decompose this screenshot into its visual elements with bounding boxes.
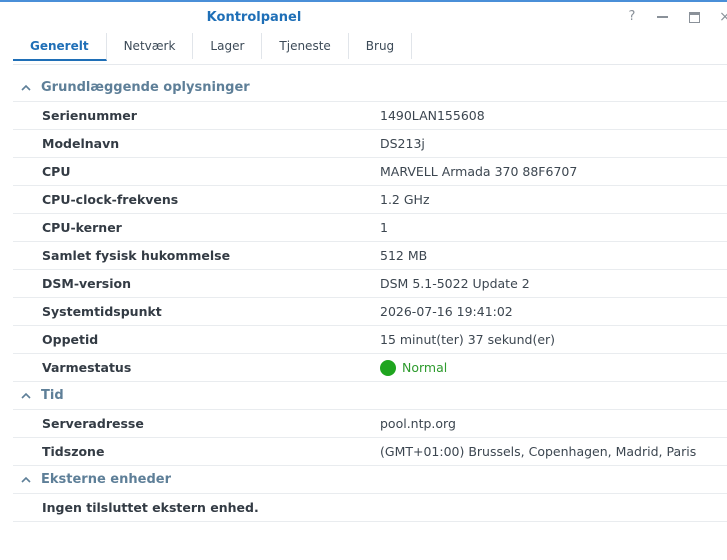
section-title: Grundlæggende oplysninger xyxy=(41,80,250,95)
info-row-dsm-version: DSM-version DSM 5.1-5022 Update 2 xyxy=(13,270,727,298)
tab-storage[interactable]: Lager xyxy=(193,33,263,59)
row-label: CPU-kerner xyxy=(42,220,122,235)
row-label: Oppetid xyxy=(42,332,99,347)
row-value: 1490LAN155608 xyxy=(380,108,485,123)
tab-bar: Generelt Netværk Lager Tjeneste Brug xyxy=(13,33,413,63)
row-label: Serveradresse xyxy=(42,416,144,431)
row-label: Serienummer xyxy=(42,108,137,123)
chevron-up-icon xyxy=(21,392,31,399)
row-value: 1.2 GHz xyxy=(380,192,430,207)
row-value: (GMT+01:00) Brussels, Copenhagen, Madrid… xyxy=(380,444,697,459)
tab-general[interactable]: Generelt xyxy=(13,33,107,61)
thermal-status-value: Normal xyxy=(380,359,448,376)
maximize-icon[interactable] xyxy=(684,8,704,26)
row-label: CPU-clock-frekvens xyxy=(42,192,179,207)
close-icon[interactable]: × xyxy=(715,8,727,26)
info-row-serial-number: Serienummer 1490LAN155608 xyxy=(13,102,727,130)
row-label: CPU xyxy=(42,164,71,179)
row-label: DSM-version xyxy=(42,276,132,291)
row-label: Systemtidspunkt xyxy=(42,304,162,319)
section-header-basic-info[interactable]: Grundlæggende oplysninger xyxy=(13,74,727,102)
info-row-server-address: Serveradresse pool.ntp.org xyxy=(13,410,727,438)
row-label: Tidszone xyxy=(42,444,105,459)
control-panel-window: Kontrolpanel ? × Generelt Netværk Lager … xyxy=(0,0,727,560)
section-title: Eksterne enheder xyxy=(41,472,171,487)
row-value: 512 MB xyxy=(380,248,428,263)
row-label: Samlet fysisk hukommelse xyxy=(42,248,231,263)
info-row-cpu-cores: CPU-kerner 1 xyxy=(13,214,727,242)
row-value: pool.ntp.org xyxy=(380,416,456,431)
help-icon[interactable]: ? xyxy=(622,8,642,26)
info-row-cpu: CPU MARVELL Armada 370 88F6707 xyxy=(13,158,727,186)
info-row-memory: Samlet fysisk hukommelse 512 MB xyxy=(13,242,727,270)
info-row-model-name: Modelnavn DS213j xyxy=(13,130,727,158)
info-row-system-time: Systemtidspunkt 2026-07-16 19:41:02 xyxy=(13,298,727,326)
status-ok-icon xyxy=(380,359,396,376)
thermal-status-text: Normal xyxy=(402,360,448,375)
row-label: Modelnavn xyxy=(42,136,120,151)
row-value: DS213j xyxy=(380,136,425,151)
row-value: MARVELL Armada 370 88F6707 xyxy=(380,164,578,179)
info-row-thermal-status: Varmestatus Normal xyxy=(13,354,727,382)
row-label: Varmestatus xyxy=(42,360,132,375)
chevron-up-icon xyxy=(21,476,31,483)
empty-message: Ingen tilsluttet ekstern enhed. xyxy=(42,500,259,515)
info-row-no-external-device: Ingen tilsluttet ekstern enhed. xyxy=(13,494,727,522)
row-value: 15 minut(ter) 37 sekund(er) xyxy=(380,332,556,347)
tab-network[interactable]: Netværk xyxy=(107,33,194,59)
row-value: 1 xyxy=(380,220,388,235)
window-title: Kontrolpanel xyxy=(206,10,302,25)
info-row-uptime: Oppetid 15 minut(ter) 37 sekund(er) xyxy=(13,326,727,354)
row-value: DSM 5.1-5022 Update 2 xyxy=(380,276,530,291)
minimize-icon[interactable] xyxy=(652,8,672,26)
section-title: Tid xyxy=(41,388,64,403)
tab-service[interactable]: Tjeneste xyxy=(262,33,349,59)
section-header-external-devices[interactable]: Eksterne enheder xyxy=(13,466,727,494)
info-row-cpu-clock: CPU-clock-frekvens 1.2 GHz xyxy=(13,186,727,214)
tab-usage[interactable]: Brug xyxy=(349,33,413,59)
chevron-up-icon xyxy=(21,84,31,91)
section-header-time[interactable]: Tid xyxy=(13,382,727,410)
general-info-panel: Grundlæggende oplysninger Serienummer 14… xyxy=(13,74,727,522)
tab-divider xyxy=(13,64,727,65)
title-bar[interactable]: Kontrolpanel ? × xyxy=(0,2,727,32)
info-row-time-zone: Tidszone (GMT+01:00) Brussels, Copenhage… xyxy=(13,438,727,466)
row-value: 2026-07-16 19:41:02 xyxy=(380,304,513,319)
